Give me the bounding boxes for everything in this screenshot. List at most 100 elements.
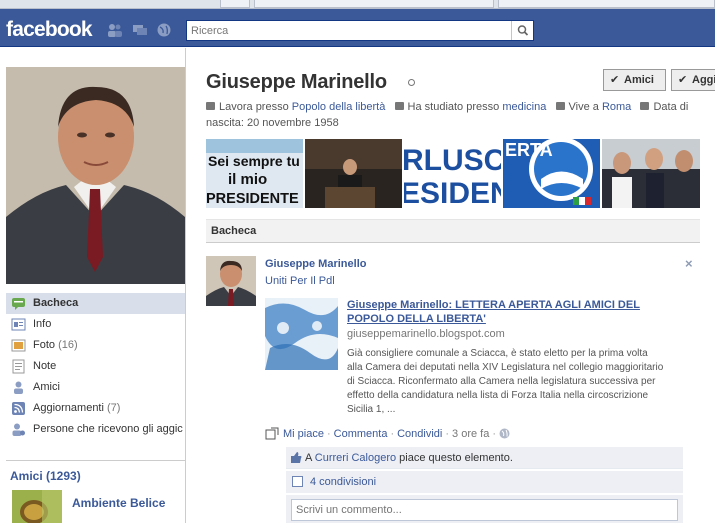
strip-photo-5[interactable] — [602, 139, 700, 208]
nav-item-note[interactable]: Note — [6, 356, 185, 377]
work-icon — [206, 102, 215, 110]
study-prefix: Ha studiato presso — [407, 101, 500, 113]
strip-text: RLUSCO — [404, 144, 501, 177]
friend-thumbnail[interactable] — [12, 490, 62, 523]
photos-icon — [11, 339, 26, 352]
check-icon: ✔ — [610, 74, 620, 86]
browser-tab[interactable] — [498, 0, 715, 8]
strip-text: ESIDEN — [404, 177, 501, 208]
friend-requests-icon[interactable] — [107, 23, 123, 37]
separator: · — [390, 428, 395, 440]
shares-bar: 4 condivisioni — [286, 471, 683, 493]
like-link[interactable]: Mi piace — [283, 428, 324, 440]
nav-label: Foto — [33, 339, 56, 351]
story-actions: Mi piace · Commenta · Condividi · 3 ore fa · — [265, 427, 695, 440]
wall-section-tab[interactable]: Bacheca — [206, 219, 700, 243]
nav-item-aggiornamenti[interactable]: Aggiornamenti (7) — [6, 398, 185, 419]
friends-button-label: Amici — [624, 74, 654, 86]
search-box — [186, 20, 534, 41]
nav-label: Persone che ricevono gli aggic — [33, 423, 183, 435]
share-count-icon — [292, 476, 303, 487]
search-input[interactable] — [187, 21, 512, 40]
work-prefix: Lavora presso — [219, 101, 289, 113]
nav-item-info[interactable]: Info — [6, 314, 185, 335]
home-icon — [555, 102, 565, 110]
story-text[interactable]: Uniti Per Il Pdl — [265, 275, 335, 287]
facebook-logo[interactable]: facebook — [6, 18, 93, 42]
attachment-url: giuseppemarinello.blogspot.com — [347, 328, 505, 340]
strip-photo-4[interactable]: ERTA — [503, 139, 600, 208]
study-link[interactable]: medicina — [502, 101, 546, 113]
top-bar: facebook — [0, 9, 715, 47]
strip-text: ERTA — [505, 140, 553, 160]
shares-count-link[interactable]: 4 condivisioni — [310, 476, 376, 488]
info-icon — [11, 318, 26, 331]
nav-label: Info — [33, 318, 52, 330]
comment-area — [286, 495, 683, 523]
birthday-icon — [640, 102, 650, 110]
nav-count: (16) — [58, 339, 78, 351]
nav-item-amici[interactable]: Amici — [6, 377, 185, 398]
strip-text: PRESIDENTE — [206, 191, 299, 207]
attachment-title-link[interactable]: Giuseppe Marinello: LETTERA APERTA AGLI … — [347, 298, 657, 326]
online-status-icon — [408, 79, 415, 86]
story-author-avatar[interactable] — [206, 256, 256, 306]
profile-name: Giuseppe Marinello — [206, 71, 387, 93]
friends-icon — [14, 381, 23, 394]
close-icon[interactable]: × — [685, 256, 693, 271]
browser-tab-strip — [0, 0, 715, 9]
friends-section-header[interactable]: Amici (1293) — [6, 460, 185, 483]
main-content: Giuseppe Marinello ✔ Amici ✔ Aggi Lavora… — [187, 48, 715, 523]
likes-prefix: A — [305, 452, 312, 464]
attachment-description: Già consigliere comunale a Sciacca, è st… — [347, 348, 664, 415]
friends-button[interactable]: ✔ Amici — [603, 69, 666, 91]
nav-item-subscribers[interactable]: Persone che ricevono gli aggic — [6, 419, 185, 440]
share-link[interactable]: Condividi — [397, 428, 442, 440]
friend-item[interactable]: Ambiente Belice — [10, 490, 185, 523]
notes-icon — [12, 359, 25, 374]
browser-tab[interactable] — [220, 0, 250, 8]
strip-text: il mio — [228, 171, 267, 188]
add-button-label: Aggi — [692, 74, 715, 86]
nav-label: Note — [33, 360, 57, 372]
notifications-globe-icon[interactable] — [156, 23, 172, 37]
like-thumb-icon — [291, 452, 302, 463]
live-prefix: Vive a — [568, 101, 599, 113]
share-source-icon — [265, 427, 279, 440]
education-icon — [394, 102, 404, 110]
browser-tab[interactable] — [254, 0, 494, 8]
likes-suffix: piace questo elemento. — [399, 452, 513, 464]
left-column: Bacheca Info Foto (16) Note Amici Aggior… — [0, 48, 186, 523]
rss-feed-icon — [12, 402, 25, 415]
nav-item-foto[interactable]: Foto (16) — [6, 335, 185, 356]
nav-item-bacheca[interactable]: Bacheca — [6, 293, 185, 314]
strip-text: Sei sempre tu — [208, 153, 300, 169]
nav-label: Amici — [33, 381, 60, 393]
liker-name-link[interactable]: Curreri Calogero — [315, 452, 396, 464]
live-link[interactable]: Roma — [602, 101, 631, 113]
friend-name[interactable]: Ambiente Belice — [72, 496, 165, 510]
wall-icon — [12, 298, 25, 310]
attachment-thumbnail[interactable] — [265, 298, 338, 370]
story-timestamp[interactable]: 3 ore fa — [452, 428, 489, 440]
separator: · — [326, 428, 331, 440]
nav-count: (7) — [107, 402, 121, 414]
profile-picture[interactable] — [6, 67, 185, 284]
globe-privacy-icon[interactable] — [499, 428, 510, 439]
comment-input[interactable] — [291, 499, 678, 521]
subscribers-icon — [12, 423, 25, 436]
profile-info-line: Lavora presso Popolo della libertà Ha st… — [206, 99, 711, 131]
strip-photo-1[interactable]: Sei sempre tu il mio PRESIDENTE — [206, 139, 303, 208]
check-icon: ✔ — [678, 74, 688, 86]
search-button[interactable] — [511, 21, 533, 40]
messages-icon[interactable] — [132, 23, 148, 37]
strip-photo-2[interactable] — [305, 139, 402, 208]
strip-photo-3[interactable]: RLUSCO ESIDEN — [404, 139, 501, 208]
work-link[interactable]: Popolo della libertà — [292, 101, 386, 113]
story-author-name[interactable]: Giuseppe Marinello — [265, 258, 366, 270]
separator: · — [492, 428, 497, 440]
likes-bar: A Curreri Calogero piace questo elemento… — [286, 447, 683, 469]
comment-link[interactable]: Commenta — [334, 428, 388, 440]
left-nav: Bacheca Info Foto (16) Note Amici Aggior… — [6, 293, 185, 440]
add-button[interactable]: ✔ Aggi — [671, 69, 715, 91]
